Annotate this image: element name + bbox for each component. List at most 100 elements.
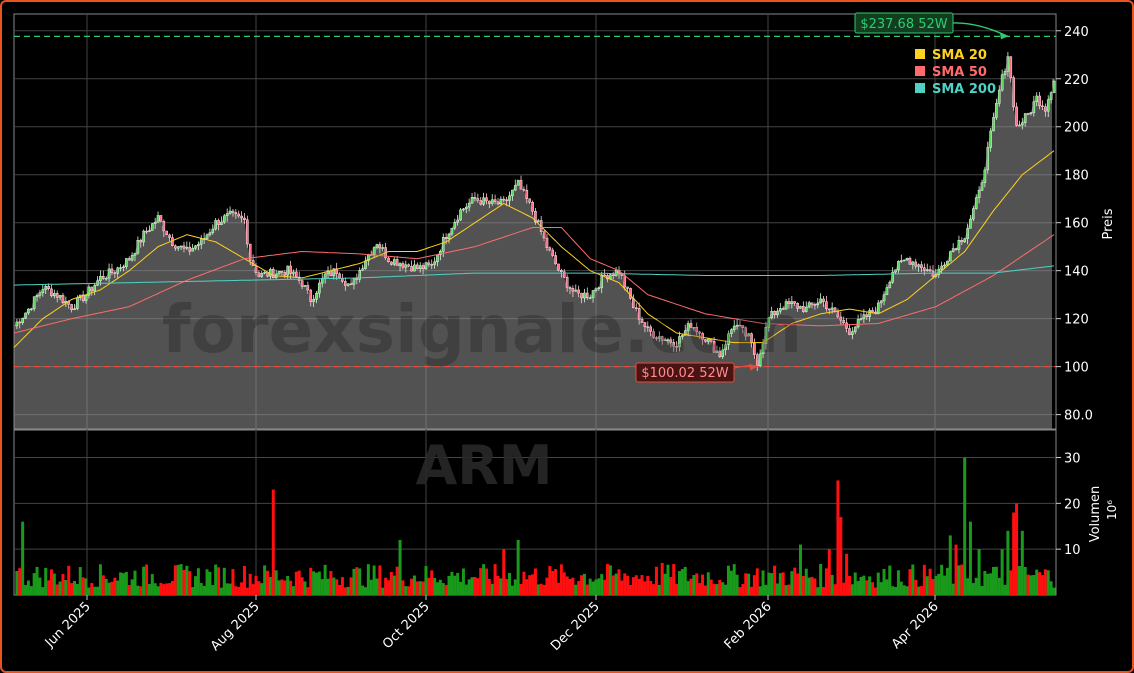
volume-bar — [634, 575, 638, 595]
volume-bar — [764, 584, 768, 595]
volume-bar — [110, 581, 114, 595]
volume-bar — [568, 578, 572, 595]
volume-bar — [173, 565, 177, 595]
volume-bar — [591, 581, 595, 595]
volume-bar — [75, 584, 79, 595]
volume-bar — [283, 580, 287, 595]
candle-body — [1015, 106, 1018, 126]
legend-label-sma200: SMA 200 — [932, 82, 996, 97]
candle-body — [122, 266, 125, 269]
candle-body — [804, 306, 808, 312]
candle-body — [1012, 77, 1015, 108]
candle-body — [344, 281, 347, 286]
candle-body — [473, 197, 477, 199]
volume-bar — [366, 564, 370, 595]
volume-bar — [352, 568, 356, 595]
volume-bar — [219, 587, 223, 595]
candle-body — [946, 260, 949, 266]
volume-bar — [992, 566, 996, 595]
candle-body — [171, 237, 174, 247]
volume-bar — [113, 577, 117, 595]
candle-body — [390, 261, 393, 265]
volume-bar — [205, 569, 209, 595]
volume-bar — [839, 517, 843, 595]
volume-bar — [127, 584, 131, 595]
candle-body — [851, 331, 854, 335]
candle-body — [1021, 122, 1024, 126]
candle-body — [505, 199, 508, 202]
volume-bar — [836, 480, 840, 595]
candle-body — [1038, 95, 1041, 107]
volume-bar — [533, 568, 537, 595]
volume-bar — [361, 585, 365, 595]
volume-bar — [168, 583, 172, 595]
candle-body — [355, 278, 359, 280]
candle-body — [459, 209, 462, 221]
candle-body — [32, 296, 36, 309]
candle-body — [1046, 99, 1050, 112]
candle-body — [427, 262, 431, 265]
volume-bar — [251, 584, 255, 595]
volume-bar — [574, 584, 578, 595]
ticker-watermark: ARM — [415, 434, 552, 497]
volume-bar — [1029, 575, 1033, 595]
candle-body — [522, 188, 526, 191]
volume-bar — [98, 564, 102, 595]
candle-body — [885, 287, 889, 295]
candle-body — [277, 271, 281, 275]
volume-bar — [804, 568, 808, 595]
volume-bar — [228, 583, 232, 595]
volume-bar — [248, 573, 252, 595]
candle-body — [972, 208, 975, 220]
candle-body — [969, 218, 972, 229]
volume-bar — [752, 575, 756, 595]
candle-body — [18, 321, 22, 324]
volume-bar — [847, 575, 851, 595]
volume-bar — [15, 571, 19, 595]
volume-bar — [698, 583, 702, 595]
candle-body — [53, 293, 56, 297]
volume-bar — [343, 587, 347, 595]
candle-body — [557, 263, 560, 271]
volume-bar — [493, 564, 497, 595]
volume-bar — [378, 565, 382, 595]
volume-bar — [214, 564, 218, 595]
candle-body — [490, 199, 494, 204]
volume-bar — [790, 571, 794, 595]
candle-body — [361, 268, 364, 271]
volume-bar — [185, 565, 189, 595]
volume-bar — [355, 567, 359, 595]
volume-bar — [1052, 587, 1056, 595]
candle-body — [819, 298, 822, 304]
candle-body — [859, 318, 863, 320]
candle-body — [920, 264, 923, 268]
volume-bar — [629, 584, 633, 595]
volume-bar — [551, 570, 555, 595]
volume-bar — [559, 564, 563, 595]
volume-axis-title: Volumen — [1088, 486, 1103, 543]
candle-body — [421, 265, 425, 270]
volume-bar — [787, 584, 791, 595]
volume-bar — [966, 578, 970, 595]
volume-bar — [49, 569, 53, 595]
candle-body — [346, 283, 350, 286]
volume-bar — [531, 574, 535, 595]
candle-body — [1032, 101, 1036, 113]
volume-bar — [484, 568, 488, 595]
candle-body — [983, 169, 987, 183]
candle-body — [176, 246, 180, 249]
volume-bar — [948, 535, 952, 595]
candle-body — [24, 312, 27, 319]
candle-body — [516, 180, 520, 186]
candle-body — [211, 228, 215, 233]
candle-body — [410, 266, 413, 272]
volume-bar — [430, 570, 434, 595]
volume-bar — [459, 581, 463, 595]
candle-body — [470, 197, 474, 204]
volume-bar — [162, 584, 166, 595]
candle-body — [807, 302, 811, 308]
candle-body — [352, 278, 356, 285]
candle-body — [240, 215, 243, 219]
volume-bar — [289, 580, 293, 595]
volume-bar — [626, 575, 630, 595]
